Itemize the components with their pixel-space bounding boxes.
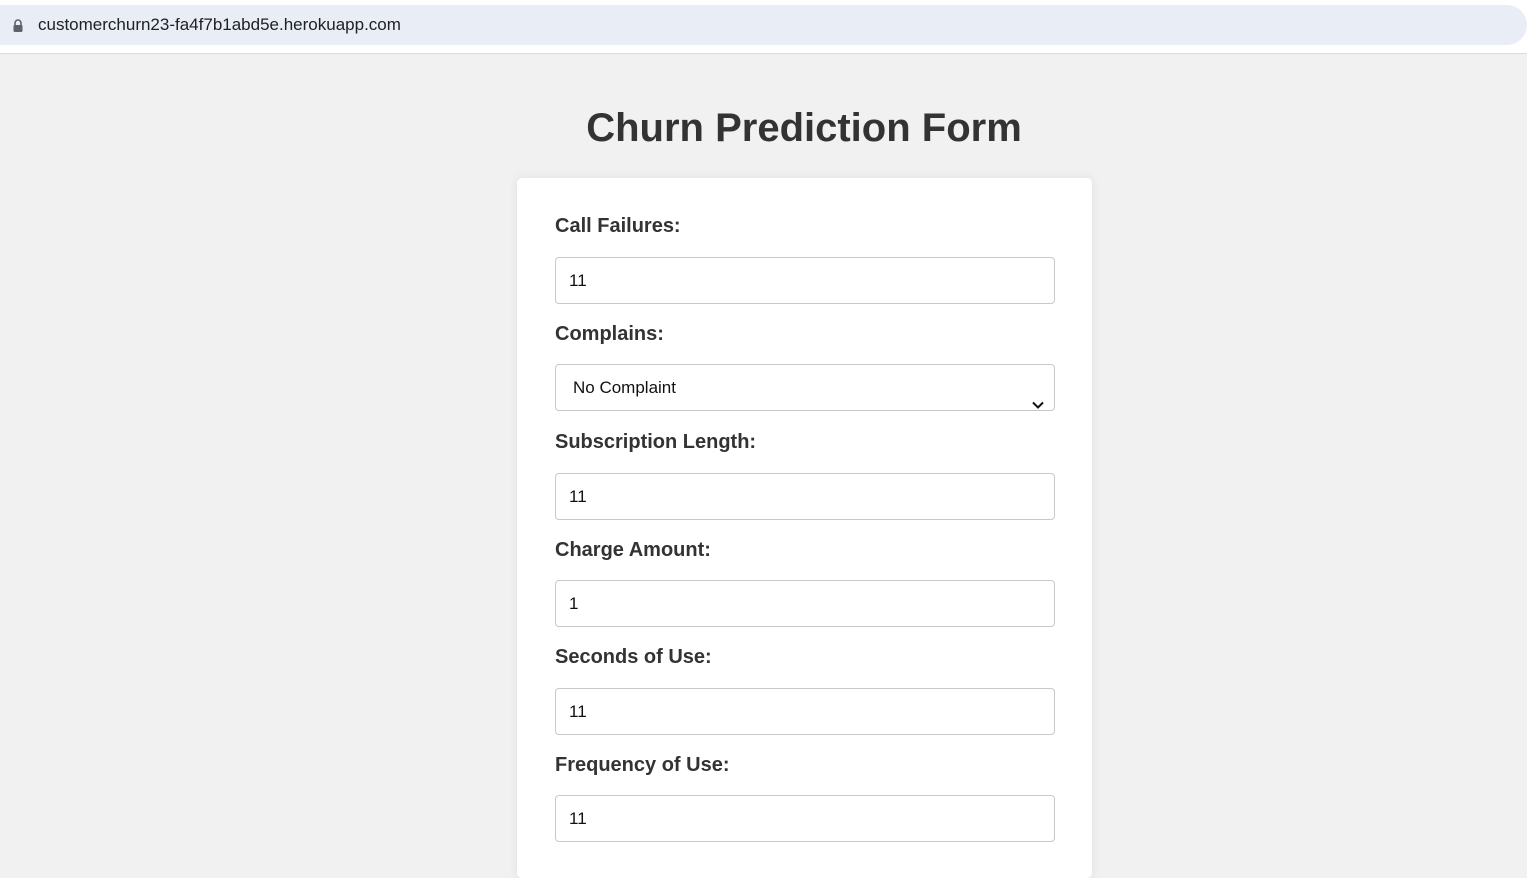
seconds-of-use-value: 11	[569, 702, 587, 721]
charge-amount-input[interactable]: 1	[555, 580, 1055, 627]
complains-select[interactable]: No Complaint	[555, 364, 1055, 411]
charge-amount-value: 1	[569, 594, 579, 613]
complains-selected-value: No Complaint	[573, 378, 676, 397]
address-bar[interactable]: customerchurn23-fa4f7b1abd5e.herokuapp.c…	[0, 5, 1527, 45]
call-failures-value: 11	[569, 271, 587, 290]
subscription-length-input[interactable]: 11	[555, 473, 1055, 520]
subscription-length-value: 11	[569, 487, 587, 506]
chevron-down-icon	[1031, 382, 1045, 409]
page-title: Churn Prediction Form	[586, 106, 1022, 150]
frequency-of-use-label: Frequency of Use:	[555, 754, 730, 776]
page-content: Churn Prediction Form Call Failures: 11 …	[0, 54, 1527, 878]
url-text[interactable]: customerchurn23-fa4f7b1abd5e.herokuapp.c…	[38, 15, 401, 35]
call-failures-label: Call Failures:	[555, 215, 681, 237]
call-failures-input[interactable]: 11	[555, 257, 1055, 304]
seconds-of-use-label: Seconds of Use:	[555, 646, 712, 668]
lock-icon[interactable]	[12, 19, 24, 33]
subscription-length-label: Subscription Length:	[555, 431, 757, 453]
charge-amount-label: Charge Amount:	[555, 539, 711, 561]
frequency-of-use-input[interactable]: 11	[555, 795, 1055, 842]
complains-label: Complains:	[555, 323, 664, 345]
churn-form: Call Failures: 11 Complains: No Complain…	[517, 178, 1092, 878]
frequency-of-use-value: 11	[569, 809, 587, 828]
seconds-of-use-input[interactable]: 11	[555, 688, 1055, 735]
browser-toolbar: customerchurn23-fa4f7b1abd5e.herokuapp.c…	[0, 0, 1527, 54]
